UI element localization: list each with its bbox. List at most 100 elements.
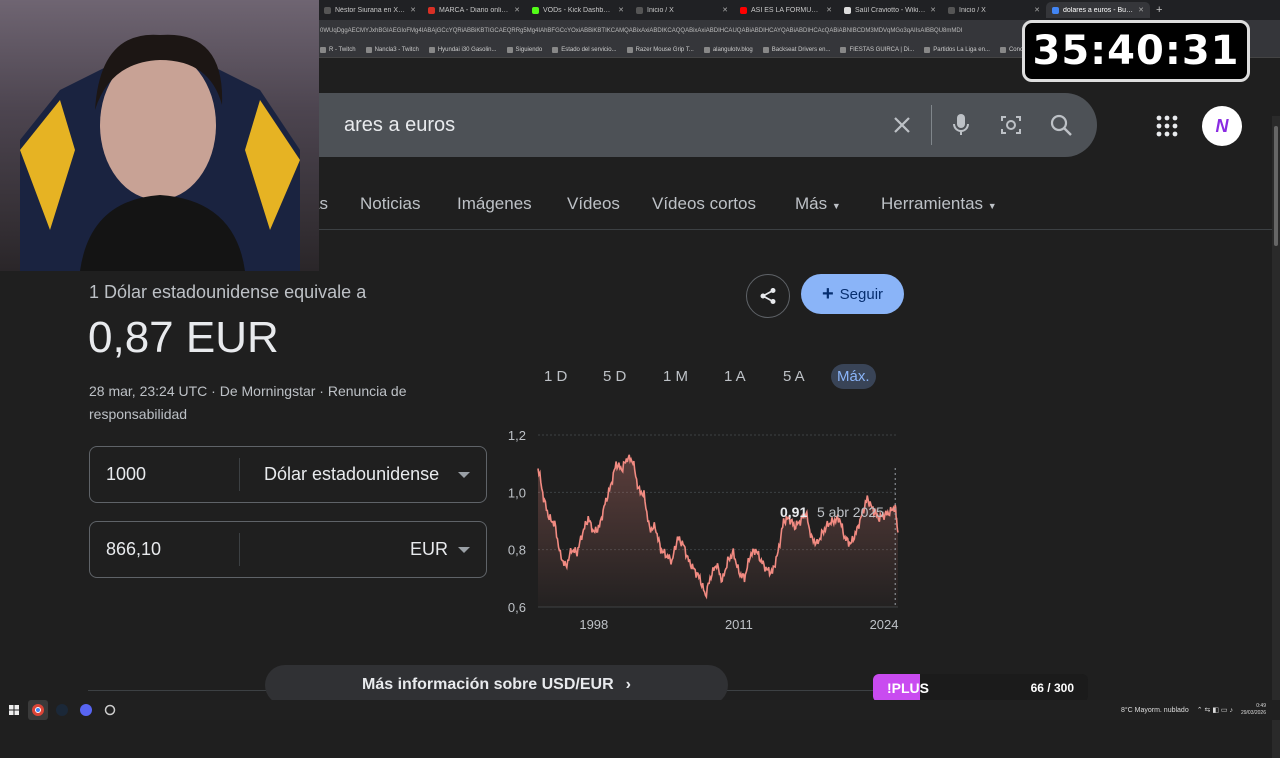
range-5y[interactable]: 5 A [777,366,811,387]
from-currency-label: Dólar estadounidense [264,464,440,484]
tab-title: VODs - Kick Dashboard [543,6,615,14]
search-icon[interactable] [1049,113,1073,137]
x-tick-label: 2011 [725,617,753,632]
clear-icon[interactable] [890,113,914,137]
bookmark-item[interactable]: Backseat Drivers en... [762,46,830,53]
tab-images[interactable]: Imágenes [457,194,532,214]
range-max[interactable]: Máx. [831,364,876,389]
to-currency-select[interactable]: EUR [240,539,486,560]
from-currency-row: 1000 Dólar estadounidense [89,446,487,503]
bookmark-item[interactable]: Nancla3 - Twitch [365,46,419,53]
browser-tab[interactable]: MARCA - Diario online lí ✕ [422,2,526,18]
exchange-rate-chart[interactable]: 0,6 0,8 1,0 1,2 1998 2011 2024 0,91 5 abr 2025 [500,423,910,638]
from-currency-select[interactable]: Dólar estadounidense [240,464,486,485]
bookmark-favicon-icon [626,46,633,53]
chevron-right-icon: › [625,676,631,693]
clock[interactable]: 0:49 29/03/2026 [1241,703,1266,717]
new-tab-button[interactable]: + [1156,4,1162,16]
bookmark-favicon-icon [552,46,559,53]
range-1m[interactable]: 1 M [657,366,694,387]
more-info-button[interactable]: Más información sobre USD/EUR › [265,665,728,705]
bookmark-label: FIESTAS GUIRCA | Di... [849,46,915,53]
page-scrollbar[interactable] [1272,116,1280,758]
browser-tab[interactable]: Néstor Siurana en X: "Los ✕ [318,2,422,18]
x-tick-label: 1998 [579,617,608,632]
range-1d[interactable]: 1 D [538,366,573,387]
tab-title: Inicio / X [647,6,674,14]
bookmark-item[interactable]: Estado del servicio... [552,46,617,53]
tab-title: Saül Craviotto - Wikipedi [855,6,927,14]
streamer-figure [20,34,300,271]
steam-taskbar-icon[interactable] [52,700,72,720]
bookmark-item[interactable]: alangulotv.blog [703,46,753,53]
range-5d[interactable]: 5 D [597,366,632,387]
lens-camera-icon[interactable] [999,113,1023,137]
bookmark-label: Nancla3 - Twitch [374,46,419,53]
browser-tab[interactable]: ASÍ ES LA FORMULA E - Y ✕ [734,2,838,18]
browser-tab[interactable]: Inicio / X ✕ [630,2,734,18]
discord-taskbar-icon[interactable] [76,700,96,720]
tab-more[interactable]: Más ▼ [795,194,841,214]
windows-start-icon[interactable] [4,700,24,720]
browser-tab[interactable]: VODs - Kick Dashboard ✕ [526,2,630,18]
windows-taskbar: 8°C Mayorm. nublado ⌃ ⇆ ◧ ▭ ♪ 0:49 29/03… [0,700,1280,720]
bookmark-label: alangulotv.blog [712,46,753,53]
follow-button[interactable]: + Seguir [801,274,904,314]
dropdown-caret-icon [458,471,470,478]
share-button[interactable] [746,274,790,318]
tab-favicon-icon [324,6,331,14]
bookmark-item[interactable]: Siguiendo [506,46,542,53]
bookmark-label: Razer Mouse Grip T... [635,46,694,53]
tab-tools[interactable]: Herramientas ▼ [881,194,997,214]
bookmark-item[interactable]: Razer Mouse Grip T... [626,46,694,53]
settings-taskbar-icon[interactable] [100,700,120,720]
tab-close-icon[interactable]: ✕ [722,6,728,14]
tab-title: Néstor Siurana en X: "Los [335,6,406,14]
stream-timer: 35:40:31 [1022,20,1250,82]
microphone-icon[interactable] [949,113,973,137]
search-query[interactable]: ares a euros [344,114,877,137]
chrome-taskbar-icon[interactable] [28,700,48,720]
y-tick-label: 1,0 [508,485,526,500]
browser-tab[interactable]: Saül Craviotto - Wikipedi ✕ [838,2,942,18]
browser-tab[interactable]: Inicio / X ✕ [942,2,1046,18]
share-icon [760,288,776,304]
tab-close-icon[interactable]: ✕ [930,6,936,14]
tab-close-icon[interactable]: ✕ [410,6,416,14]
bookmark-item[interactable]: FIESTAS GUIRCA | Di... [840,46,915,53]
tab-close-icon[interactable]: ✕ [514,6,520,14]
tab-close-icon[interactable]: ✕ [1138,6,1144,14]
bookmark-favicon-icon [428,46,435,53]
tab-close-icon[interactable]: ✕ [826,6,832,14]
tab-close-icon[interactable]: ✕ [1034,6,1040,14]
from-amount-input[interactable]: 1000 [90,458,240,491]
tab-videos[interactable]: Vídeos [567,194,620,214]
tab-close-icon[interactable]: ✕ [618,6,624,14]
bookmark-item[interactable]: R - Twitch [320,46,356,53]
tab-short-videos[interactable]: Vídeos cortos [652,194,756,214]
google-apps-icon[interactable] [1156,115,1178,137]
tray-icons[interactable]: ⌃ ⇆ ◧ ▭ ♪ [1197,706,1233,714]
scrollbar-thumb[interactable] [1274,126,1278,246]
search-divider [931,105,932,145]
more-info-label: Más información sobre USD/EUR [362,676,614,693]
account-avatar[interactable]: N [1202,106,1242,146]
range-1y[interactable]: 1 A [718,366,752,387]
bookmark-label: R - Twitch [329,46,356,53]
tab-favicon-icon [1052,6,1059,14]
weather-text[interactable]: 8°C Mayorm. nublado [1121,707,1189,714]
bookmark-item[interactable]: Hyundai i30 Gasolin... [428,46,497,53]
search-box[interactable]: ares a euros [280,93,1097,157]
clock-date: 29/03/2026 [1240,710,1266,716]
browser-tab[interactable]: dolares a euros - Buscar c ✕ [1046,2,1150,18]
tab-favicon-icon [428,6,435,14]
to-amount-input[interactable]: 866,10 [90,533,240,566]
tab-title: Inicio / X [959,6,986,14]
bookmark-item[interactable]: Partidos La Liga en... [924,46,990,53]
to-currency-row: 866,10 EUR [89,521,487,578]
y-tick-label: 0,8 [508,543,526,558]
tab-favicon-icon [740,6,747,14]
chevron-down-icon: ▼ [831,201,841,211]
tab-news[interactable]: Noticias [360,194,420,214]
plus-goal-count: 66 / 300 [1030,681,1074,695]
